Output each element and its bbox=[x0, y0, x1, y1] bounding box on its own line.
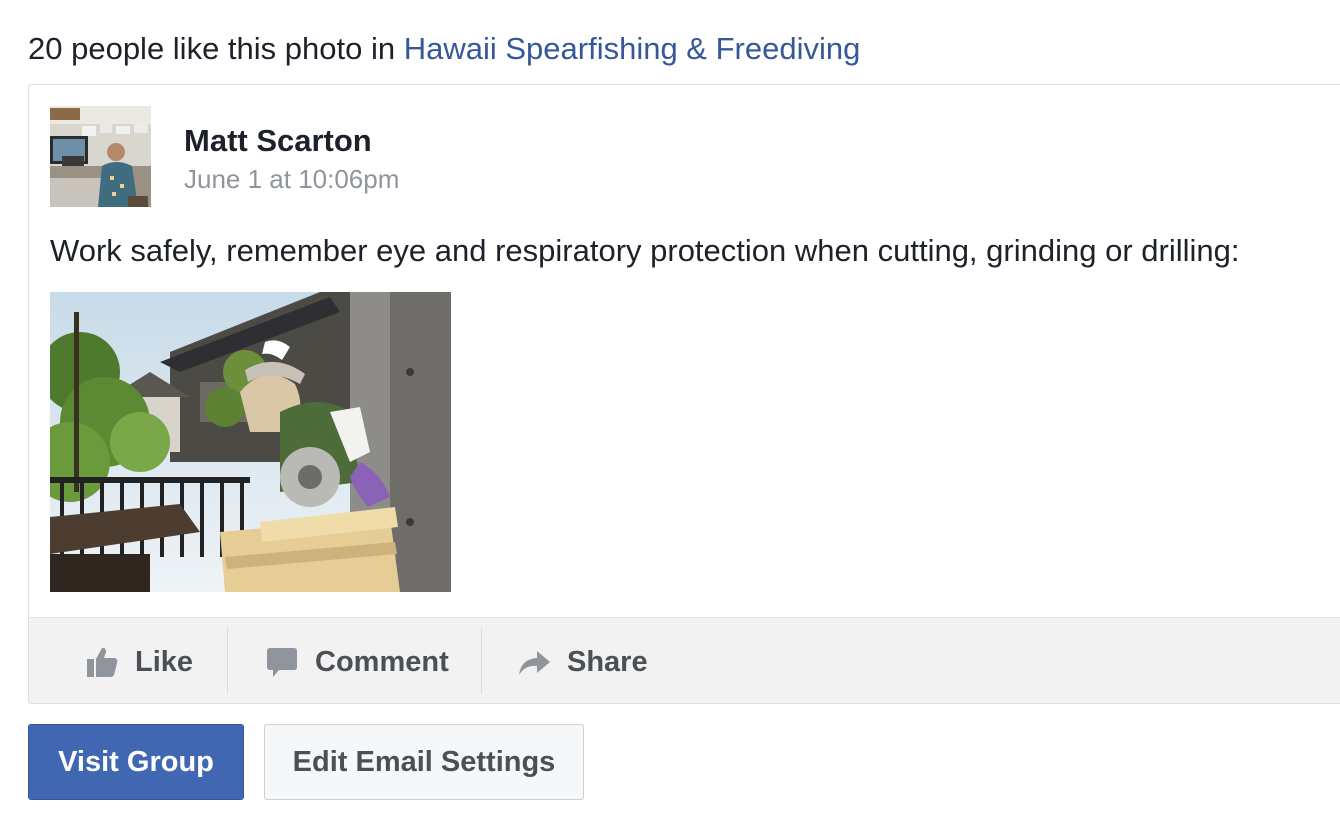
like-label: Like bbox=[135, 645, 194, 678]
headline-text: 20 people like this photo in bbox=[28, 31, 404, 66]
comment-action[interactable]: Comment bbox=[265, 618, 449, 703]
share-arrow-icon bbox=[517, 645, 551, 679]
comment-label: Comment bbox=[315, 645, 449, 678]
group-link[interactable]: Hawaii Spearfishing & Freediving bbox=[404, 31, 861, 66]
like-action[interactable]: Like bbox=[85, 618, 194, 703]
post-photo-image bbox=[50, 292, 451, 592]
visit-group-button[interactable]: Visit Group bbox=[28, 724, 244, 800]
share-label: Share bbox=[567, 645, 648, 678]
post-card: Matt Scarton June 1 at 10:06pm Work safe… bbox=[28, 84, 1340, 704]
post-photo[interactable] bbox=[50, 292, 451, 592]
speech-bubble-icon bbox=[265, 645, 299, 679]
author-avatar[interactable] bbox=[50, 106, 151, 207]
post-action-bar: Like Comment Share bbox=[29, 617, 1340, 703]
share-action[interactable]: Share bbox=[517, 618, 648, 703]
action-divider bbox=[227, 628, 228, 694]
thumbs-up-icon bbox=[85, 645, 119, 679]
edit-email-settings-button[interactable]: Edit Email Settings bbox=[264, 724, 584, 800]
post-timestamp[interactable]: June 1 at 10:06pm bbox=[184, 162, 399, 196]
post-text: Work safely, remember eye and respirator… bbox=[50, 233, 1240, 268]
avatar-image bbox=[50, 106, 151, 207]
notification-headline: 20 people like this photo in Hawaii Spea… bbox=[28, 28, 860, 70]
author-name[interactable]: Matt Scarton bbox=[184, 121, 372, 161]
action-divider bbox=[481, 628, 482, 694]
